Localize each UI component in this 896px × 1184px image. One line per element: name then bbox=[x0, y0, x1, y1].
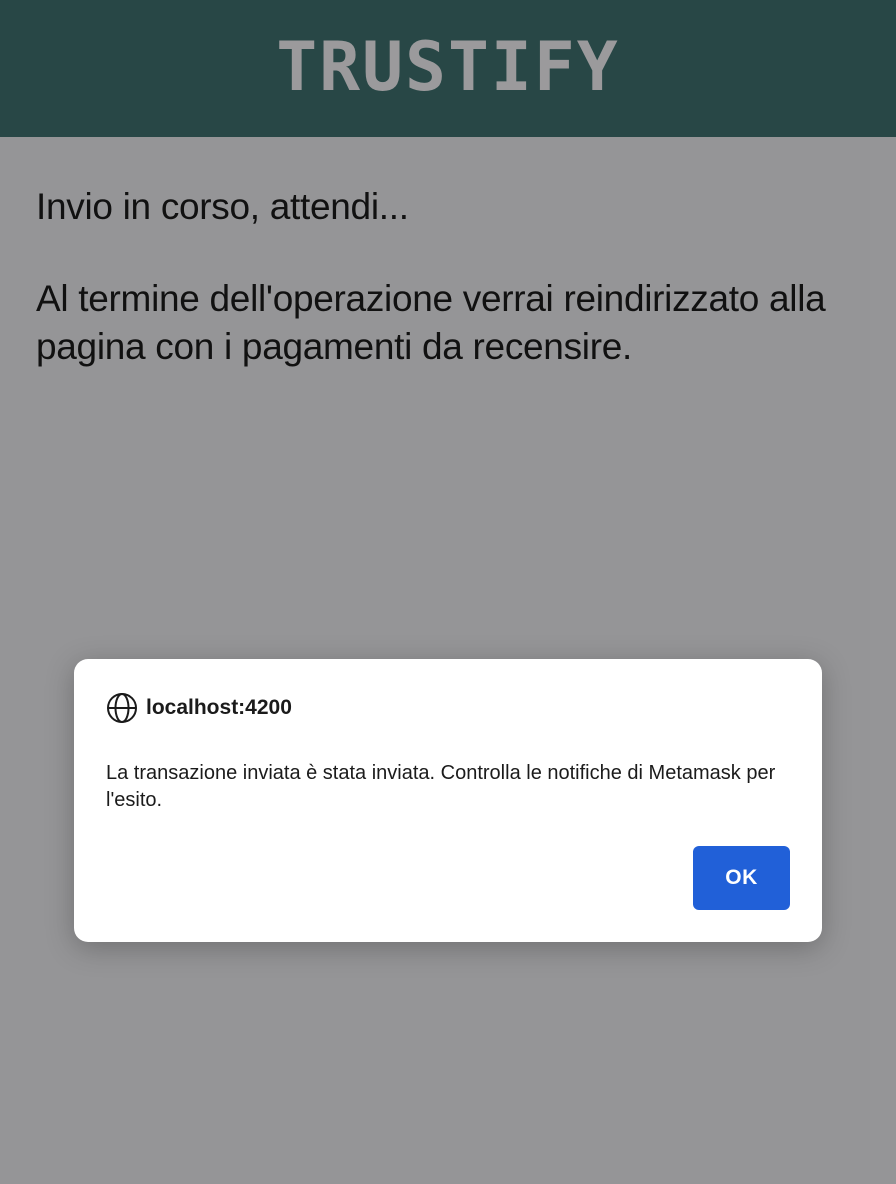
ok-button[interactable]: OK bbox=[693, 846, 790, 910]
main-content: Invio in corso, attendi... Al termine de… bbox=[36, 183, 866, 371]
redirect-message: Al termine dell'operazione verrai reindi… bbox=[36, 278, 826, 367]
dialog-origin-text: localhost:4200 bbox=[146, 696, 292, 719]
dialog-message: La transazione inviata è stata inviata. … bbox=[106, 762, 776, 811]
dialog-origin: localhost:4200 bbox=[106, 692, 292, 724]
status-message: Invio in corso, attendi... bbox=[36, 186, 409, 227]
globe-icon bbox=[106, 692, 138, 724]
app-title: TRUSTIFY bbox=[276, 27, 620, 107]
alert-dialog: localhost:4200 La transazione inviata è … bbox=[74, 659, 822, 942]
app-header: TRUSTIFY bbox=[0, 0, 896, 137]
